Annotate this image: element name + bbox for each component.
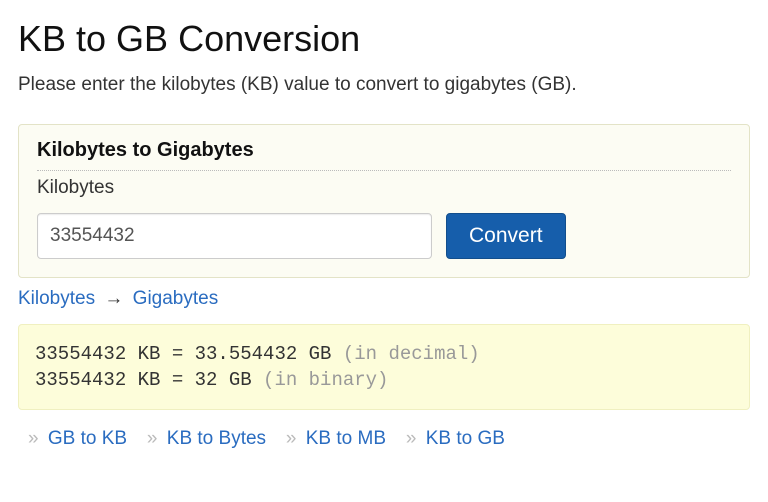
result-line-binary: 33554432 KB = 32 GB (in binary) bbox=[35, 369, 733, 391]
result-decimal-note: (in decimal) bbox=[331, 343, 479, 365]
unit-crumb: Kilobytes → Gigabytes bbox=[18, 288, 750, 310]
related-link[interactable]: KB to Bytes bbox=[167, 428, 266, 449]
page-title: KB to GB Conversion bbox=[18, 18, 750, 60]
crumb-from-link[interactable]: Kilobytes bbox=[18, 288, 95, 309]
sep-icon: » bbox=[147, 428, 158, 449]
related-links: » GB to KB » KB to Bytes » KB to MB » KB… bbox=[18, 428, 750, 450]
related-link[interactable]: KB to GB bbox=[426, 428, 505, 449]
result-binary-value: 33554432 KB = 32 GB bbox=[35, 369, 252, 391]
result-decimal-value: 33554432 KB = 33.554432 GB bbox=[35, 343, 331, 365]
related-link[interactable]: KB to MB bbox=[306, 428, 386, 449]
kilobytes-input[interactable] bbox=[37, 213, 432, 259]
result-box: 33554432 KB = 33.554432 GB (in decimal) … bbox=[18, 324, 750, 410]
intro-text: Please enter the kilobytes (KB) value to… bbox=[18, 74, 750, 96]
sep-icon: » bbox=[286, 428, 297, 449]
conversion-panel: Kilobytes to Gigabytes Kilobytes Convert bbox=[18, 124, 750, 278]
input-label: Kilobytes bbox=[37, 177, 731, 199]
crumb-to-link[interactable]: Gigabytes bbox=[133, 288, 219, 309]
sep-icon: » bbox=[28, 428, 39, 449]
input-row: Convert bbox=[37, 213, 731, 259]
convert-button[interactable]: Convert bbox=[446, 213, 566, 259]
sep-icon: » bbox=[406, 428, 417, 449]
result-binary-note: (in binary) bbox=[252, 369, 389, 391]
result-line-decimal: 33554432 KB = 33.554432 GB (in decimal) bbox=[35, 343, 733, 365]
arrow-icon: → bbox=[104, 288, 123, 309]
panel-heading: Kilobytes to Gigabytes bbox=[37, 139, 731, 171]
related-link[interactable]: GB to KB bbox=[48, 428, 127, 449]
